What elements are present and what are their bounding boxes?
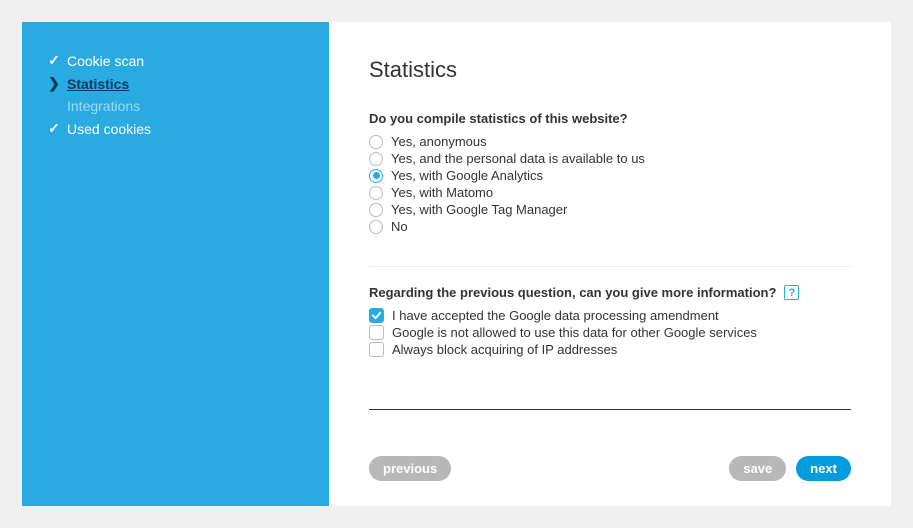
wizard-footer: previous save next xyxy=(369,436,851,481)
radio-no[interactable]: No xyxy=(369,219,851,234)
page-title: Statistics xyxy=(369,57,851,83)
checkbox-icon xyxy=(369,342,384,357)
option-label: I have accepted the Google data processi… xyxy=(392,308,719,323)
checkbox-icon xyxy=(369,325,384,340)
help-icon[interactable]: ? xyxy=(784,285,799,300)
radio-icon xyxy=(369,186,383,200)
question-2-options: I have accepted the Google data processi… xyxy=(369,308,851,359)
footer-right: save next xyxy=(729,456,851,481)
previous-button[interactable]: previous xyxy=(369,456,451,481)
sidebar-item-label: Statistics xyxy=(67,76,129,92)
question-1-options: Yes, anonymous Yes, and the personal dat… xyxy=(369,134,851,236)
option-label: Yes, and the personal data is available … xyxy=(391,151,645,166)
divider xyxy=(369,409,851,410)
radio-yes-personal-data[interactable]: Yes, and the personal data is available … xyxy=(369,151,851,166)
sidebar-item-integrations[interactable]: Integrations xyxy=(47,98,304,114)
sidebar-item-used-cookies[interactable]: ✓ Used cookies xyxy=(47,120,304,137)
check-icon: ✓ xyxy=(47,52,61,69)
chevron-right-icon: ❯ xyxy=(47,75,61,92)
wizard-main: Statistics Do you compile statistics of … xyxy=(329,22,891,506)
radio-icon xyxy=(369,152,383,166)
sidebar-item-label: Cookie scan xyxy=(67,53,144,69)
checkbox-google-not-allowed[interactable]: Google is not allowed to use this data f… xyxy=(369,325,851,340)
option-label: Yes, anonymous xyxy=(391,134,487,149)
option-label: No xyxy=(391,219,408,234)
check-icon: ✓ xyxy=(47,120,61,137)
sidebar-item-label: Integrations xyxy=(67,98,140,114)
sidebar-item-label: Used cookies xyxy=(67,121,151,137)
question-1-label: Do you compile statistics of this websit… xyxy=(369,111,851,126)
checkbox-icon xyxy=(369,308,384,323)
sidebar-item-statistics[interactable]: ❯ Statistics xyxy=(47,75,304,92)
option-label: Always block acquiring of IP addresses xyxy=(392,342,617,357)
radio-icon xyxy=(369,169,383,183)
divider xyxy=(369,266,851,267)
option-label: Yes, with Google Analytics xyxy=(391,168,543,183)
save-button[interactable]: save xyxy=(729,456,786,481)
question-2-label: Regarding the previous question, can you… xyxy=(369,285,851,300)
wizard-container: ✓ Cookie scan ❯ Statistics Integrations … xyxy=(22,22,891,506)
radio-yes-gtm[interactable]: Yes, with Google Tag Manager xyxy=(369,202,851,217)
option-label: Yes, with Matomo xyxy=(391,185,493,200)
wizard-sidebar: ✓ Cookie scan ❯ Statistics Integrations … xyxy=(22,22,329,506)
radio-icon xyxy=(369,203,383,217)
radio-icon xyxy=(369,135,383,149)
option-label: Yes, with Google Tag Manager xyxy=(391,202,567,217)
option-label: Google is not allowed to use this data f… xyxy=(392,325,757,340)
sidebar-item-cookie-scan[interactable]: ✓ Cookie scan xyxy=(47,52,304,69)
checkbox-block-ip[interactable]: Always block acquiring of IP addresses xyxy=(369,342,851,357)
radio-yes-anonymous[interactable]: Yes, anonymous xyxy=(369,134,851,149)
checkbox-accepted-amendment[interactable]: I have accepted the Google data processi… xyxy=(369,308,851,323)
next-button[interactable]: next xyxy=(796,456,851,481)
radio-icon xyxy=(369,220,383,234)
radio-yes-matomo[interactable]: Yes, with Matomo xyxy=(369,185,851,200)
radio-yes-google-analytics[interactable]: Yes, with Google Analytics xyxy=(369,168,851,183)
